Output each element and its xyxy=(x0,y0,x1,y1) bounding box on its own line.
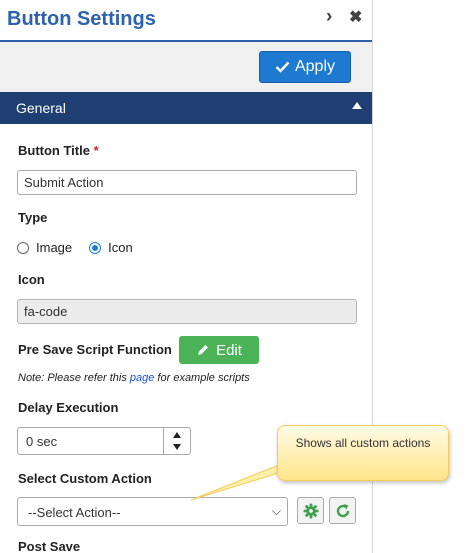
tooltip-callout: Shows all custom actions xyxy=(277,425,449,481)
